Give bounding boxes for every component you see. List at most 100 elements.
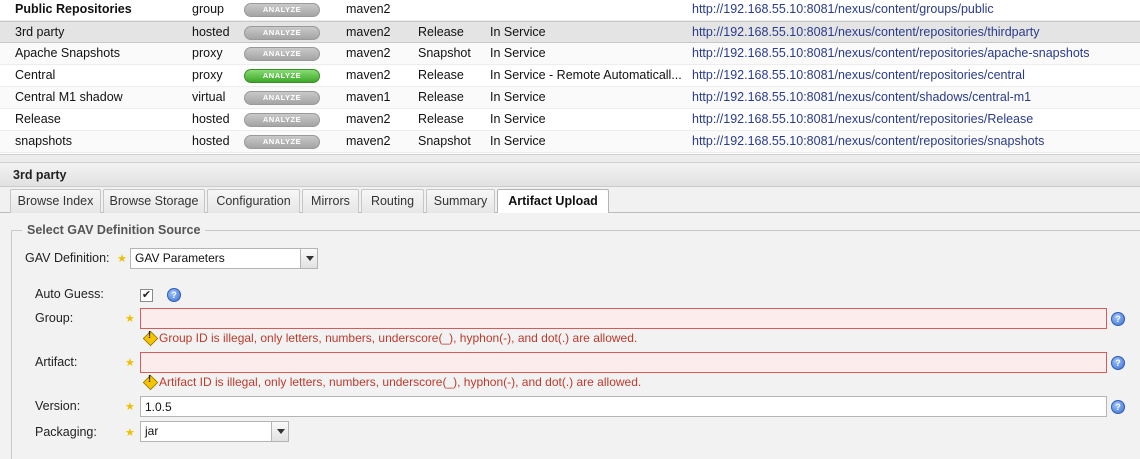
repo-type: hosted [192, 134, 230, 148]
table-row[interactable]: Central proxy ANALYZE maven2 Release In Servi… [0, 65, 1140, 87]
analyze-button[interactable]: ANALYZE [244, 3, 320, 17]
analyze-button[interactable]: ANALYZE [244, 26, 320, 40]
packaging-label: Packaging: [35, 425, 97, 439]
tab-mirrors[interactable]: Mirrors [302, 189, 359, 213]
analyze-button[interactable]: ANALYZE [244, 47, 320, 61]
repo-url[interactable]: http://192.168.55.10:8081/nexus/content/… [692, 0, 1132, 21]
artifact-error-text: Artifact ID is illegal, only letters, nu… [159, 375, 642, 389]
required-star-icon: ★ [125, 357, 135, 369]
packaging-value: jar [145, 424, 159, 438]
group-help-icon[interactable]: ? [1111, 312, 1125, 326]
repo-name: Release [15, 112, 61, 126]
group-error-message: Group ID is illegal, only letters, numbe… [143, 330, 638, 345]
packaging-select[interactable]: jar [140, 421, 289, 442]
required-star-icon: ★ [125, 313, 135, 325]
repo-policy: Snapshot [418, 134, 471, 148]
repository-grid: Public Repositories group ANALYZE maven2 htt… [0, 0, 1140, 155]
auto-guess-checkbox[interactable]: ✔ [140, 289, 153, 302]
table-row[interactable]: Central M1 shadow virtual ANALYZE maven1 Rel… [0, 87, 1140, 109]
tab-browse-index[interactable]: Browse Index [10, 189, 101, 213]
artifact-error-message: Artifact ID is illegal, only letters, nu… [143, 374, 642, 389]
repo-health-button: ANALYZE [244, 113, 322, 127]
table-row[interactable]: 3rd party hosted ANALYZE maven2 Release In Se… [0, 21, 1140, 43]
version-help-icon[interactable]: ? [1111, 400, 1125, 414]
group-label: Group: [35, 311, 74, 325]
repo-name: snapshots [15, 134, 72, 148]
version-field[interactable] [140, 396, 1107, 417]
table-row[interactable]: Release hosted ANALYZE maven2 Release In Serv… [0, 109, 1140, 131]
repo-format: maven2 [346, 134, 391, 148]
repo-health-button: ANALYZE [244, 3, 322, 17]
repo-type: proxy [192, 46, 223, 60]
repo-format: maven1 [346, 90, 391, 104]
tab-artifact-upload[interactable]: Artifact Upload [497, 189, 609, 214]
repo-format: maven2 [346, 46, 391, 60]
panel-splitter[interactable] [0, 155, 1140, 163]
repo-format: maven2 [346, 25, 391, 39]
artifact-help-icon[interactable]: ? [1111, 356, 1125, 370]
repo-status: In Service [490, 25, 546, 39]
analyze-button[interactable]: ANALYZE [244, 69, 320, 83]
repo-status [490, 0, 682, 21]
repo-type: hosted [192, 112, 230, 126]
repo-url[interactable]: http://192.168.55.10:8081/nexus/content/… [692, 22, 1132, 44]
tab-summary[interactable]: Summary [426, 189, 495, 213]
group-field[interactable] [140, 308, 1107, 329]
repo-type: group [192, 2, 224, 16]
warning-icon [143, 330, 156, 344]
repo-health-button: ANALYZE [244, 91, 322, 105]
gav-definition-value: GAV Parameters [135, 251, 225, 265]
fieldset-legend: Select GAV Definition Source [22, 223, 206, 237]
artifact-label: Artifact: [35, 355, 78, 369]
tab-configuration[interactable]: Configuration [207, 189, 300, 213]
repo-policy: Release [418, 68, 464, 82]
analyze-button[interactable]: ANALYZE [244, 113, 320, 127]
repo-format: maven2 [346, 2, 391, 16]
repo-status: In Service [490, 134, 546, 148]
panel-title: 3rd party [0, 163, 1140, 187]
repo-policy: Release [418, 112, 464, 126]
repo-format: maven2 [346, 68, 391, 82]
artifact-field[interactable] [140, 352, 1107, 373]
gav-definition-select[interactable]: GAV Parameters [130, 248, 318, 269]
repo-name: Central [15, 68, 56, 82]
repo-format: maven2 [346, 112, 391, 126]
tab-routing[interactable]: Routing [361, 189, 424, 213]
artifact-upload-form: Select GAV Definition Source GAV Definit… [0, 213, 1140, 459]
repo-url[interactable]: http://192.168.55.10:8081/nexus/content/… [692, 109, 1132, 131]
table-row[interactable]: Public Repositories group ANALYZE maven2 htt… [0, 0, 1140, 21]
auto-guess-label: Auto Guess: [35, 287, 104, 301]
table-row[interactable]: snapshots hosted ANALYZE maven2 Snapshot In S… [0, 131, 1140, 153]
repo-status: In Service [490, 46, 546, 60]
repo-policy [418, 0, 484, 21]
table-row[interactable]: Apache Snapshots proxy ANALYZE maven2 Snapsh… [0, 43, 1140, 65]
repo-name: Public Repositories [15, 2, 132, 16]
auto-guess-help-icon[interactable]: ? [167, 288, 181, 302]
repo-policy: Snapshot [418, 46, 471, 60]
repo-type: hosted [192, 25, 230, 39]
repo-type: virtual [192, 90, 226, 104]
version-label: Version: [35, 399, 81, 413]
repo-status: In Service [490, 112, 546, 126]
repo-type: proxy [192, 68, 223, 82]
repo-name: 3rd party [15, 25, 65, 39]
repo-name: Apache Snapshots [15, 46, 120, 60]
repo-policy: Release [418, 25, 464, 39]
tab-bar: Browse Index Browse Storage Configuratio… [0, 187, 1140, 214]
analyze-button[interactable]: ANALYZE [244, 135, 320, 149]
warning-icon [143, 374, 156, 388]
repo-name: Central M1 shadow [15, 90, 123, 104]
chevron-down-icon[interactable] [271, 422, 288, 441]
repo-url[interactable]: http://192.168.55.10:8081/nexus/content/… [692, 43, 1132, 65]
repo-url[interactable]: http://192.168.55.10:8081/nexus/content/… [692, 65, 1132, 87]
repo-url[interactable]: http://192.168.55.10:8081/nexus/content/… [692, 87, 1132, 109]
repo-policy: Release [418, 90, 464, 104]
repo-health-button: ANALYZE [244, 47, 322, 61]
tab-browse-storage[interactable]: Browse Storage [103, 189, 205, 213]
chevron-down-icon[interactable] [300, 249, 317, 268]
group-error-text: Group ID is illegal, only letters, numbe… [159, 331, 638, 345]
repo-health-button: ANALYZE [244, 69, 322, 83]
repo-health-button: ANALYZE [244, 26, 322, 40]
analyze-button[interactable]: ANALYZE [244, 91, 320, 105]
repo-url[interactable]: http://192.168.55.10:8081/nexus/content/… [692, 131, 1132, 153]
